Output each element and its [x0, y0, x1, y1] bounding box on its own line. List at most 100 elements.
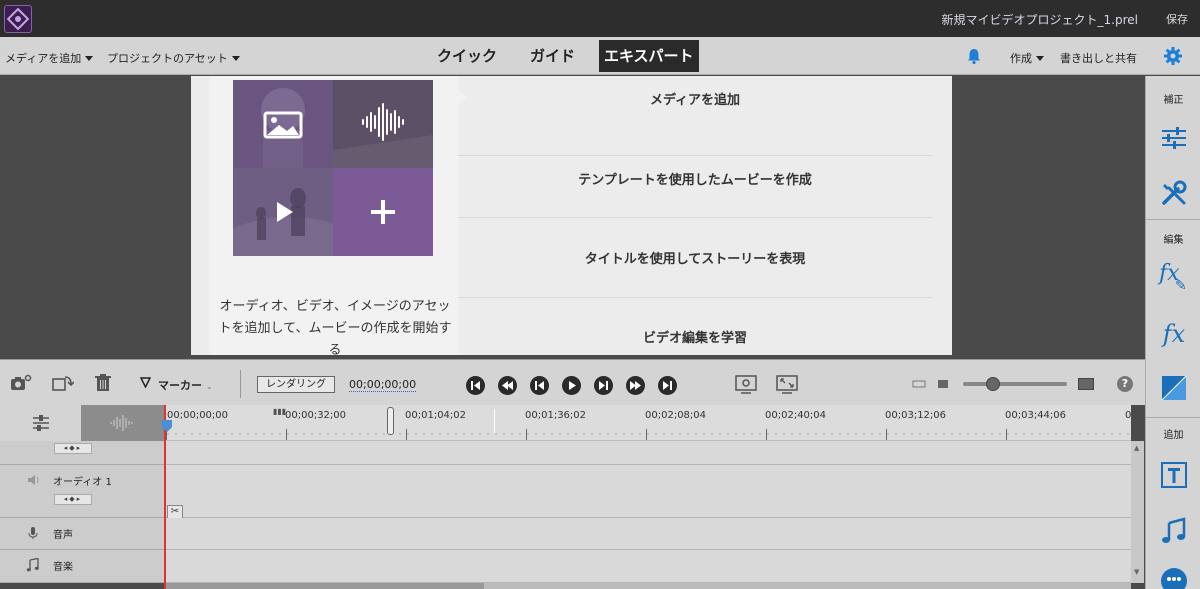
- tab-guided[interactable]: ガイド: [525, 40, 580, 72]
- fx-edit-icon[interactable]: fx ✎: [1159, 259, 1189, 294]
- video-track-view-toggle[interactable]: [0, 405, 81, 441]
- fx-effects-icon[interactable]: fx: [1159, 319, 1189, 349]
- smart-trim-icon[interactable]: [52, 374, 74, 392]
- ruler-tick-label: 00;01;36;02: [525, 410, 587, 421]
- music-icon[interactable]: [1159, 516, 1189, 546]
- zoom-out-icon[interactable]: [912, 379, 926, 389]
- panel-separator: [1146, 219, 1200, 220]
- tab-expert[interactable]: エキスパート: [599, 40, 699, 72]
- track-view-toggles: [0, 405, 164, 441]
- keyframe-navigator[interactable]: ◂◆▸: [54, 494, 92, 505]
- track-size-small-icon[interactable]: [938, 380, 948, 388]
- export-share-button[interactable]: 書き出しと共有: [1060, 50, 1137, 66]
- goto-start-button[interactable]: [466, 376, 485, 395]
- marker-icon[interactable]: [140, 377, 151, 388]
- add-media-label: メディアを追加: [5, 52, 82, 65]
- keyframe-navigator[interactable]: ◂◆▸: [54, 443, 92, 454]
- time-ruler[interactable]: 00;00;00;00 00;00;32;00 00;01;04;02 00;0…: [164, 405, 1131, 441]
- camera-icon[interactable]: [10, 374, 32, 392]
- zoom-in-icon[interactable]: [1078, 378, 1094, 390]
- timecode-display[interactable]: 00;00;00;00: [349, 378, 417, 392]
- create-dropdown[interactable]: 作成: [1010, 50, 1044, 66]
- media-grid: [233, 80, 433, 256]
- welcome-media-card: オーディオ、ビデオ、イメージのアセットを追加して、ムービーの作成を開始する: [209, 76, 459, 355]
- app-logo-icon: [4, 5, 32, 33]
- create-label: 作成: [1010, 52, 1032, 65]
- track-header-video: ◂◆▸: [0, 441, 164, 465]
- image-tile[interactable]: [233, 80, 333, 168]
- toolbar-divider: [240, 370, 241, 398]
- transitions-icon[interactable]: [1159, 373, 1189, 403]
- track-body-audio-1[interactable]: [164, 465, 1131, 518]
- chevron-down-icon: [231, 56, 240, 61]
- project-title: 新規マイビデオプロジェクト_1.prel: [941, 13, 1138, 27]
- track-body-video[interactable]: [164, 441, 1131, 465]
- render-button[interactable]: レンダリング: [257, 376, 335, 393]
- section-label-edit: 編集: [1163, 235, 1184, 246]
- work-area-start-marker[interactable]: ▮▮▮: [273, 407, 286, 416]
- fx-effects-label: fx: [1162, 320, 1186, 348]
- audio-tile[interactable]: [333, 80, 433, 168]
- graphics-icon[interactable]: [1159, 566, 1189, 589]
- option-label: タイトルを使用してストーリーを表現: [584, 252, 806, 267]
- save-button[interactable]: 保存: [1166, 11, 1188, 27]
- marker-dropdown[interactable]: マーカー ⌄: [158, 377, 213, 393]
- fast-forward-button[interactable]: [626, 376, 645, 395]
- help-icon[interactable]: ?: [1117, 376, 1133, 392]
- tab-quick[interactable]: クイック: [432, 40, 502, 72]
- trash-icon[interactable]: [95, 374, 111, 392]
- ruler-major-tick: [286, 429, 287, 440]
- monitor-settings-icon[interactable]: [735, 375, 757, 395]
- notification-bell-icon[interactable]: [965, 47, 983, 65]
- goto-end-button[interactable]: [658, 376, 677, 395]
- zoom-slider[interactable]: [963, 377, 1067, 391]
- track-adjust-icon: [33, 415, 49, 431]
- step-forward-button[interactable]: [594, 376, 613, 395]
- timeline-horizontal-scrollbar[interactable]: [164, 583, 1131, 589]
- option-title-story[interactable]: タイトルを使用してストーリーを表現: [458, 218, 932, 298]
- option-template-movie[interactable]: テンプレートを使用したムービーを作成: [458, 138, 932, 218]
- track-header-music: 音楽: [0, 550, 164, 583]
- ruler-tick-label: 0: [1125, 410, 1131, 421]
- music-note-icon: [26, 558, 39, 572]
- tools-icon[interactable]: [1159, 178, 1189, 208]
- chevron-down-icon: [85, 56, 94, 61]
- ruler-tick-label: 00;00;32;00: [285, 410, 347, 421]
- speaker-icon[interactable]: [27, 474, 41, 486]
- microphone-icon: [28, 527, 38, 539]
- audio-track-view-toggle[interactable]: [81, 405, 164, 441]
- ruler-cursor-line: [494, 409, 495, 433]
- adjust-sliders-icon[interactable]: [1159, 123, 1189, 153]
- scroll-up-icon[interactable]: ▲: [1134, 444, 1139, 452]
- scroll-down-icon[interactable]: ▼: [1134, 568, 1139, 576]
- add-media-dropdown[interactable]: メディアを追加: [5, 50, 94, 66]
- right-action-panel: 補正 編集 fx ✎ fx 追加: [1145, 76, 1200, 589]
- play-button[interactable]: [562, 376, 581, 395]
- menu-bar: メディアを追加 プロジェクトのアセット クイック ガイド エキスパート 作成 書…: [0, 37, 1200, 75]
- fullscreen-preview-icon[interactable]: [776, 375, 798, 395]
- ruler-major-tick: [646, 429, 647, 440]
- scissors-icon[interactable]: ✂: [167, 505, 183, 519]
- ruler-tick-label: 00;01;04;02: [405, 410, 467, 421]
- ruler-tick-label: 00;02;08;04: [645, 410, 707, 421]
- ruler-dots: [164, 432, 1131, 436]
- add-tile[interactable]: [333, 168, 433, 256]
- ruler-tick-label: 00;02;40;04: [765, 410, 827, 421]
- playhead-line[interactable]: [164, 405, 166, 589]
- work-area-end-handle[interactable]: [387, 407, 394, 435]
- gear-icon[interactable]: [1163, 46, 1183, 66]
- project-assets-dropdown[interactable]: プロジェクトのアセット: [107, 50, 240, 66]
- rewind-button[interactable]: [498, 376, 517, 395]
- timeline-vertical-scrollbar[interactable]: ▲ ▼: [1131, 441, 1144, 583]
- titles-icon[interactable]: [1159, 460, 1189, 490]
- welcome-description: オーディオ、ビデオ、イメージのアセットを追加して、ムービーの作成を開始する: [218, 299, 452, 355]
- step-back-button[interactable]: [530, 376, 549, 395]
- option-learn-editing[interactable]: ビデオ編集を学習: [458, 298, 932, 355]
- horizontal-scroll-thumb[interactable]: [164, 583, 484, 589]
- zoom-slider-knob[interactable]: [986, 377, 1000, 391]
- track-body-voice[interactable]: [164, 518, 1131, 550]
- video-tile[interactable]: [233, 168, 333, 256]
- track-body-music[interactable]: [164, 550, 1131, 583]
- track-name: 音楽: [53, 562, 73, 573]
- waveform-icon: [110, 415, 133, 431]
